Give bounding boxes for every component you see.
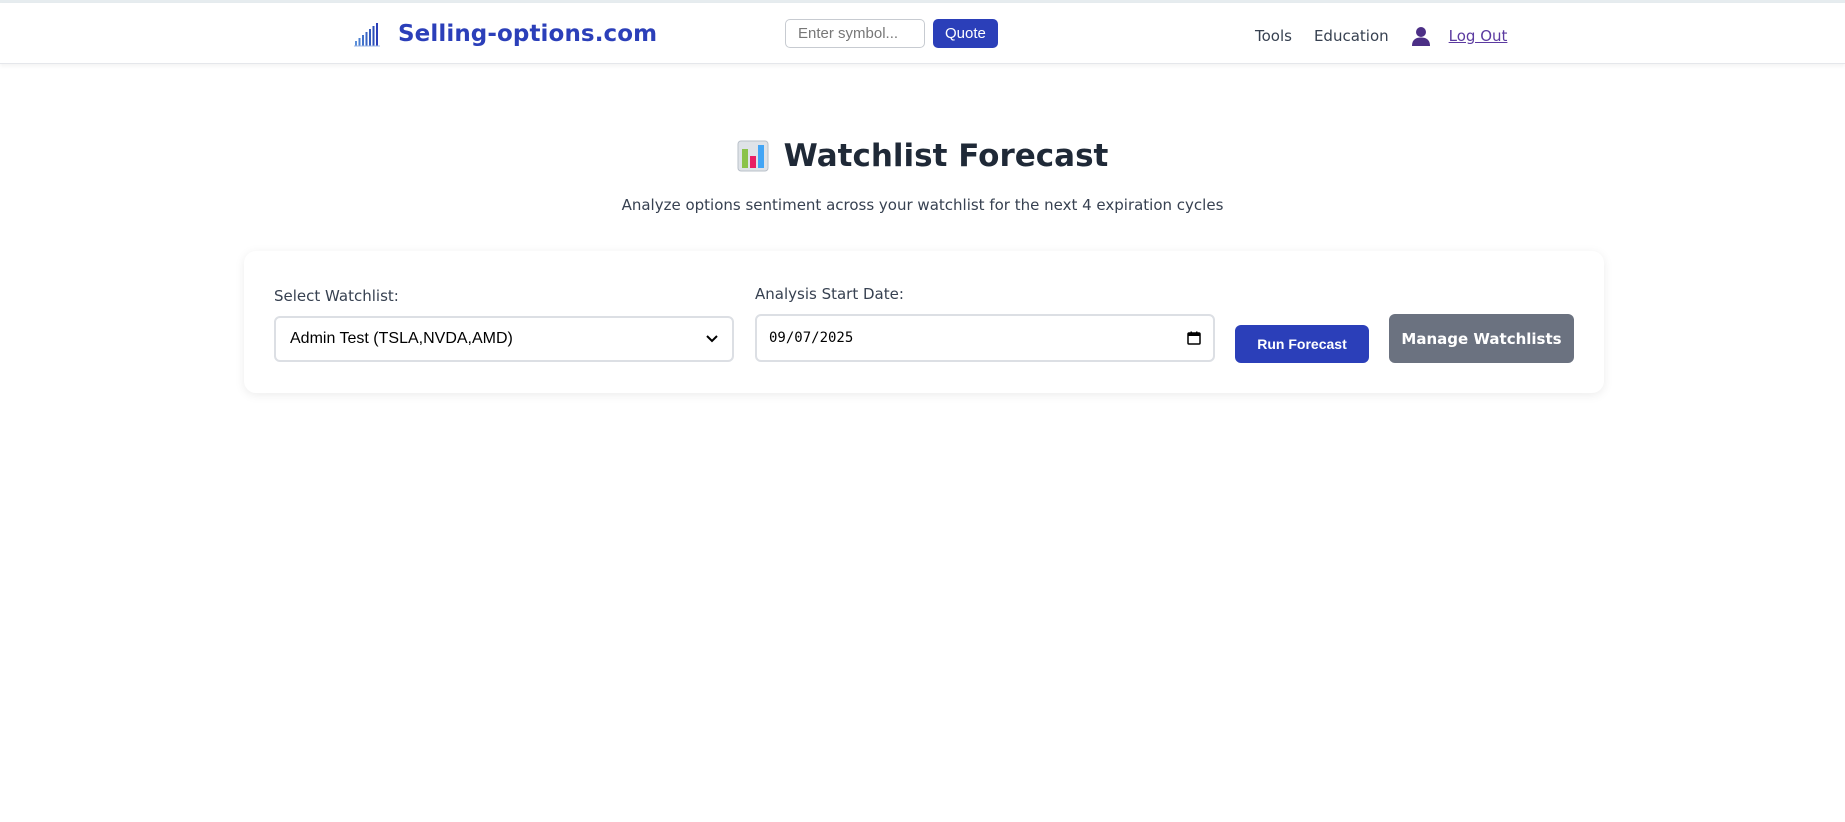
forecast-form-panel: Select Watchlist: Admin Test (TSLA,NVDA,… [244, 251, 1604, 393]
brand-link[interactable]: Selling-options.com [354, 19, 657, 49]
nav-item-tools[interactable]: Tools [1255, 27, 1292, 45]
nav-menu: Tools Education Log Out [1255, 23, 1507, 49]
page-title-text: Watchlist Forecast [783, 138, 1109, 174]
navbar: Selling-options.com Quote Tools Educatio… [0, 3, 1845, 64]
start-date-label: Analysis Start Date: [755, 285, 904, 303]
calendar-icon[interactable] [1187, 331, 1201, 345]
bar-chart-icon [737, 140, 769, 172]
page-subtitle: Analyze options sentiment across your wa… [621, 196, 1224, 214]
symbol-input[interactable] [785, 19, 925, 48]
logout-link[interactable]: Log Out [1449, 27, 1508, 45]
quote-button[interactable]: Quote [933, 19, 998, 48]
start-date-input[interactable]: 09/07/2025 [755, 314, 1215, 362]
watchlist-selected-value: Admin Test (TSLA,NVDA,AMD) [290, 330, 513, 347]
start-date-value: 09/07/2025 [769, 330, 854, 346]
nav-item-education[interactable]: Education [1314, 27, 1389, 45]
watchlist-label: Select Watchlist: [274, 287, 399, 305]
signal-bars-icon [354, 23, 380, 47]
user-icon[interactable] [1411, 25, 1431, 47]
watchlist-select[interactable]: Admin Test (TSLA,NVDA,AMD) [274, 316, 734, 362]
manage-watchlists-button[interactable]: Manage Watchlists [1389, 314, 1574, 363]
brand-name: Selling-options.com [398, 21, 658, 47]
page-title: Watchlist Forecast [0, 136, 1845, 176]
chevron-down-icon [706, 335, 718, 343]
quote-form: Quote [785, 19, 998, 48]
page-header: Watchlist Forecast Analyze options senti… [0, 136, 1845, 214]
run-forecast-button[interactable]: Run Forecast [1235, 325, 1369, 363]
